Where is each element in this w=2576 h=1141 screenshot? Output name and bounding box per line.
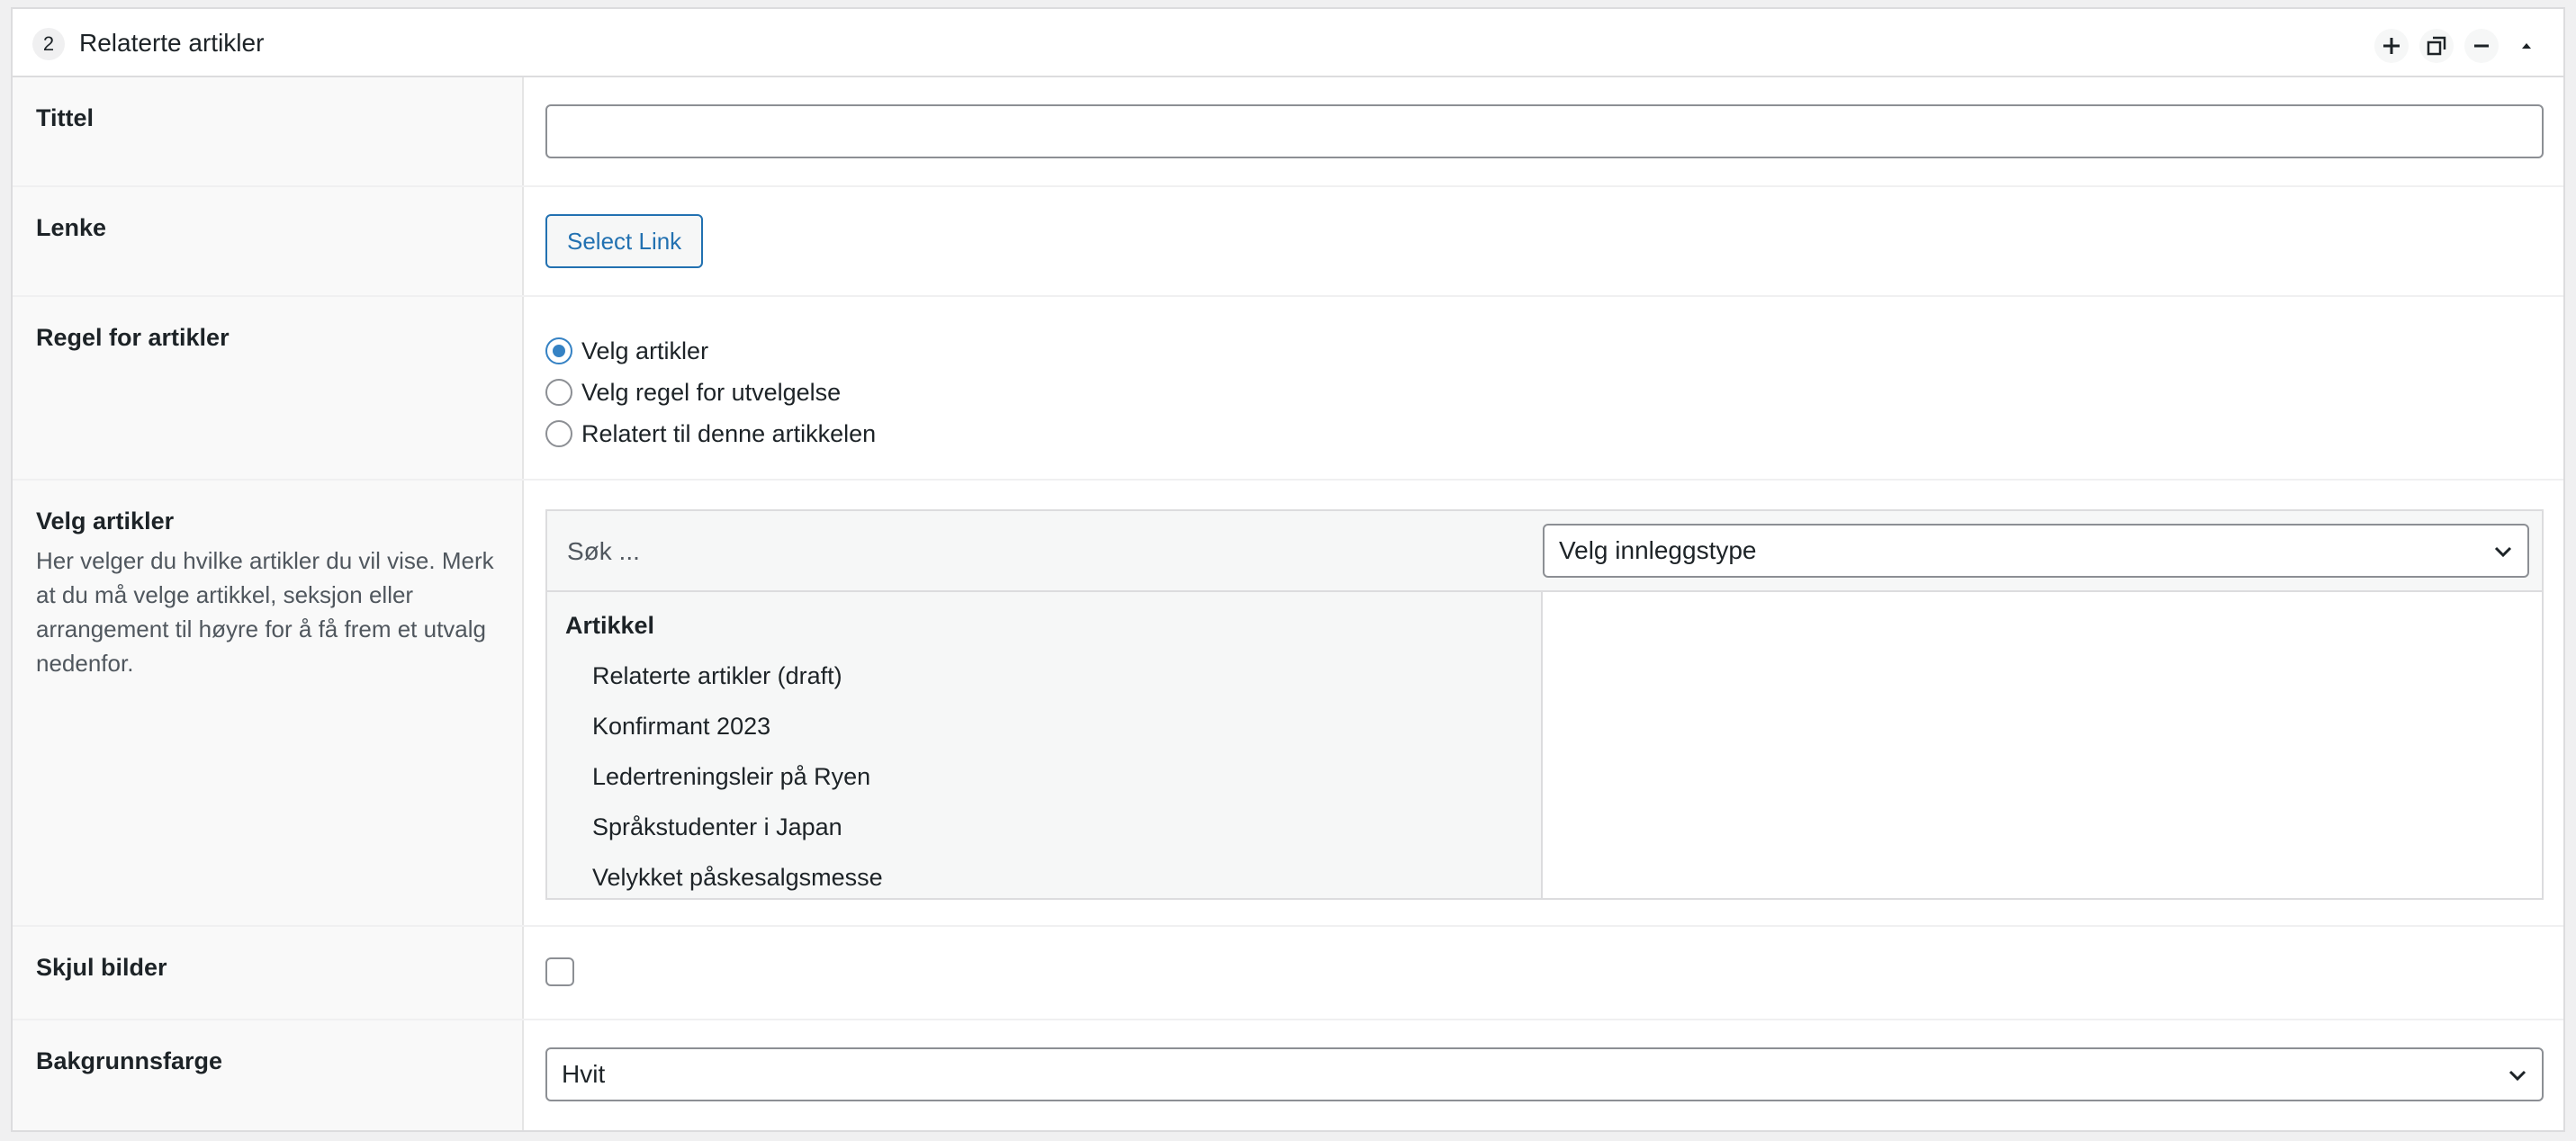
bakgrunnsfarge-select-value: Hvit [562,1060,606,1088]
list-item[interactable]: Velykket påskesalgsmesse [592,864,883,892]
plus-icon [2383,38,2400,54]
chevron-down-icon [2508,1070,2526,1082]
duplicate-row-button[interactable] [2419,29,2454,63]
panel-title: Relaterte artikler [79,29,265,57]
radio-button[interactable] [545,420,572,447]
radio-option-velg-regel[interactable]: Velg regel for utvelgelse [545,374,841,410]
radio-button[interactable] [545,379,572,406]
row-index-badge: 2 [32,28,65,60]
tittel-input[interactable] [545,104,2544,158]
field-label-skjul-bilder: Skjul bilder [36,954,167,981]
collapse-row-button[interactable] [2509,29,2544,63]
field-label-tittel: Tittel [36,104,95,131]
radio-label: Velg regel for utvelgelse [581,378,842,406]
choices-list[interactable]: Artikkel Relaterte artikler (draft) Konf… [547,592,1543,898]
radio-option-relatert[interactable]: Relatert til denne artikkelen [545,416,876,452]
field-row-tittel: Tittel [13,77,2563,187]
field-row-lenke: Lenke Select Link [13,187,2563,297]
related-articles-panel: 2 Relaterte artikler Tittel Lenke Select… [11,7,2565,1132]
radio-option-velg-artikler[interactable]: Velg artikler [545,333,708,369]
choices-group-title: Artikkel [565,612,655,639]
field-label-bakgrunnsfarge: Bakgrunnsfarge [36,1047,223,1074]
skjul-bilder-checkbox[interactable] [545,957,574,986]
radio-label: Velg artikler [581,337,709,364]
field-description: Her velger du hvilke artikler du vil vis… [36,547,494,677]
field-label-lenke: Lenke [36,214,107,241]
add-row-button[interactable] [2374,29,2409,63]
search-input[interactable] [565,527,1523,576]
picker-filters: Velg innleggstype [547,511,2542,592]
panel-header: 2 Relaterte artikler [13,9,2563,77]
bakgrunnsfarge-select[interactable]: Hvit [545,1047,2544,1101]
selected-values-list[interactable] [1543,592,2542,898]
duplicate-icon [2427,36,2446,56]
caret-up-icon [2522,43,2531,49]
radio-button[interactable] [545,337,572,364]
list-item[interactable]: Konfirmant 2023 [592,713,770,741]
radio-label: Relatert til denne artikkelen [581,419,877,447]
list-item[interactable]: Ledertreningsleir på Ryen [592,763,870,791]
remove-row-button[interactable] [2464,29,2499,63]
post-type-select-value: Velg innleggstype [1559,536,1757,564]
list-item[interactable]: Relaterte artikler (draft) [592,662,842,690]
field-row-velg-artikler: Velg artikler Her velger du hvilke artik… [13,481,2563,927]
list-item[interactable]: Språkstudenter i Japan [592,813,842,841]
minus-icon [2474,44,2489,48]
post-type-select[interactable]: Velg innleggstype [1543,524,2529,578]
field-label-velg-artikler: Velg artikler [36,508,175,535]
field-row-bakgrunnsfarge: Bakgrunnsfarge Hvit [13,1020,2563,1130]
field-row-skjul-bilder: Skjul bilder [13,927,2563,1020]
select-link-button[interactable]: Select Link [545,214,704,268]
field-label-regel: Regel for artikler [36,324,230,351]
field-row-regel: Regel for artikler Velg artikler Velg re… [13,297,2563,481]
chevron-down-icon [2494,546,2512,558]
post-picker: Velg innleggstype Artikkel Relaterte art… [545,509,2544,900]
